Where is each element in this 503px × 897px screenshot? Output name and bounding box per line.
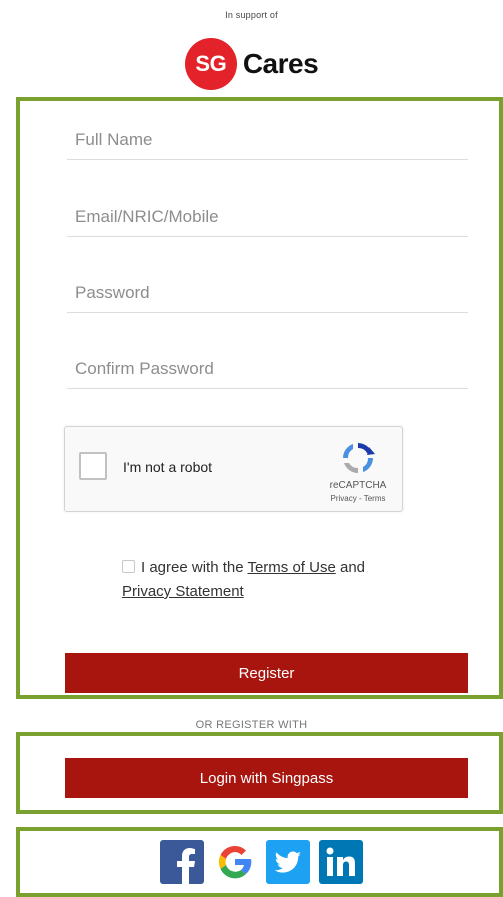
recaptcha-checkbox[interactable] xyxy=(79,452,107,480)
agree-checkbox[interactable] xyxy=(122,560,135,573)
sg-badge: SG xyxy=(184,38,237,90)
sg-cares-logo: SG Cares xyxy=(0,38,503,90)
login-with-singpass-button[interactable]: Login with Singpass xyxy=(65,758,468,798)
recaptcha-icon xyxy=(343,443,375,473)
full-name-input[interactable] xyxy=(67,120,468,156)
support-text: In support of xyxy=(225,10,278,20)
agree-middle: and xyxy=(340,559,366,576)
email-nric-mobile-input[interactable] xyxy=(67,197,468,233)
register-button[interactable]: Register xyxy=(65,653,468,693)
password-input[interactable] xyxy=(67,273,468,309)
terms-of-use-link[interactable]: Terms of Use xyxy=(247,559,335,576)
registration-form-highlight xyxy=(16,97,503,699)
google-icon[interactable] xyxy=(211,838,258,885)
full-name-field[interactable] xyxy=(67,120,468,160)
linkedin-icon[interactable] xyxy=(317,838,364,885)
recaptcha-widget: I'm not a robot reCAPTCHA Privacy - Term… xyxy=(64,426,403,512)
password-field[interactable] xyxy=(67,273,468,313)
recaptcha-brand: reCAPTCHA xyxy=(329,480,387,491)
terms-agreement: I agree with the Terms of Use and Privac… xyxy=(122,556,422,604)
confirm-password-field[interactable] xyxy=(67,349,468,389)
or-register-with: OR REGISTER WITH xyxy=(195,719,308,731)
social-login-icons xyxy=(158,838,364,885)
twitter-icon[interactable] xyxy=(264,838,311,885)
logo-word: Cares xyxy=(242,48,319,79)
privacy-statement-link[interactable]: Privacy Statement xyxy=(122,583,244,600)
confirm-password-input[interactable] xyxy=(67,349,468,385)
recaptcha-links[interactable]: Privacy - Terms xyxy=(318,494,398,503)
facebook-icon[interactable] xyxy=(158,838,205,885)
agree-prefix: I agree with the xyxy=(141,559,244,576)
email-field[interactable] xyxy=(67,197,468,237)
recaptcha-label: I'm not a robot xyxy=(123,459,213,475)
